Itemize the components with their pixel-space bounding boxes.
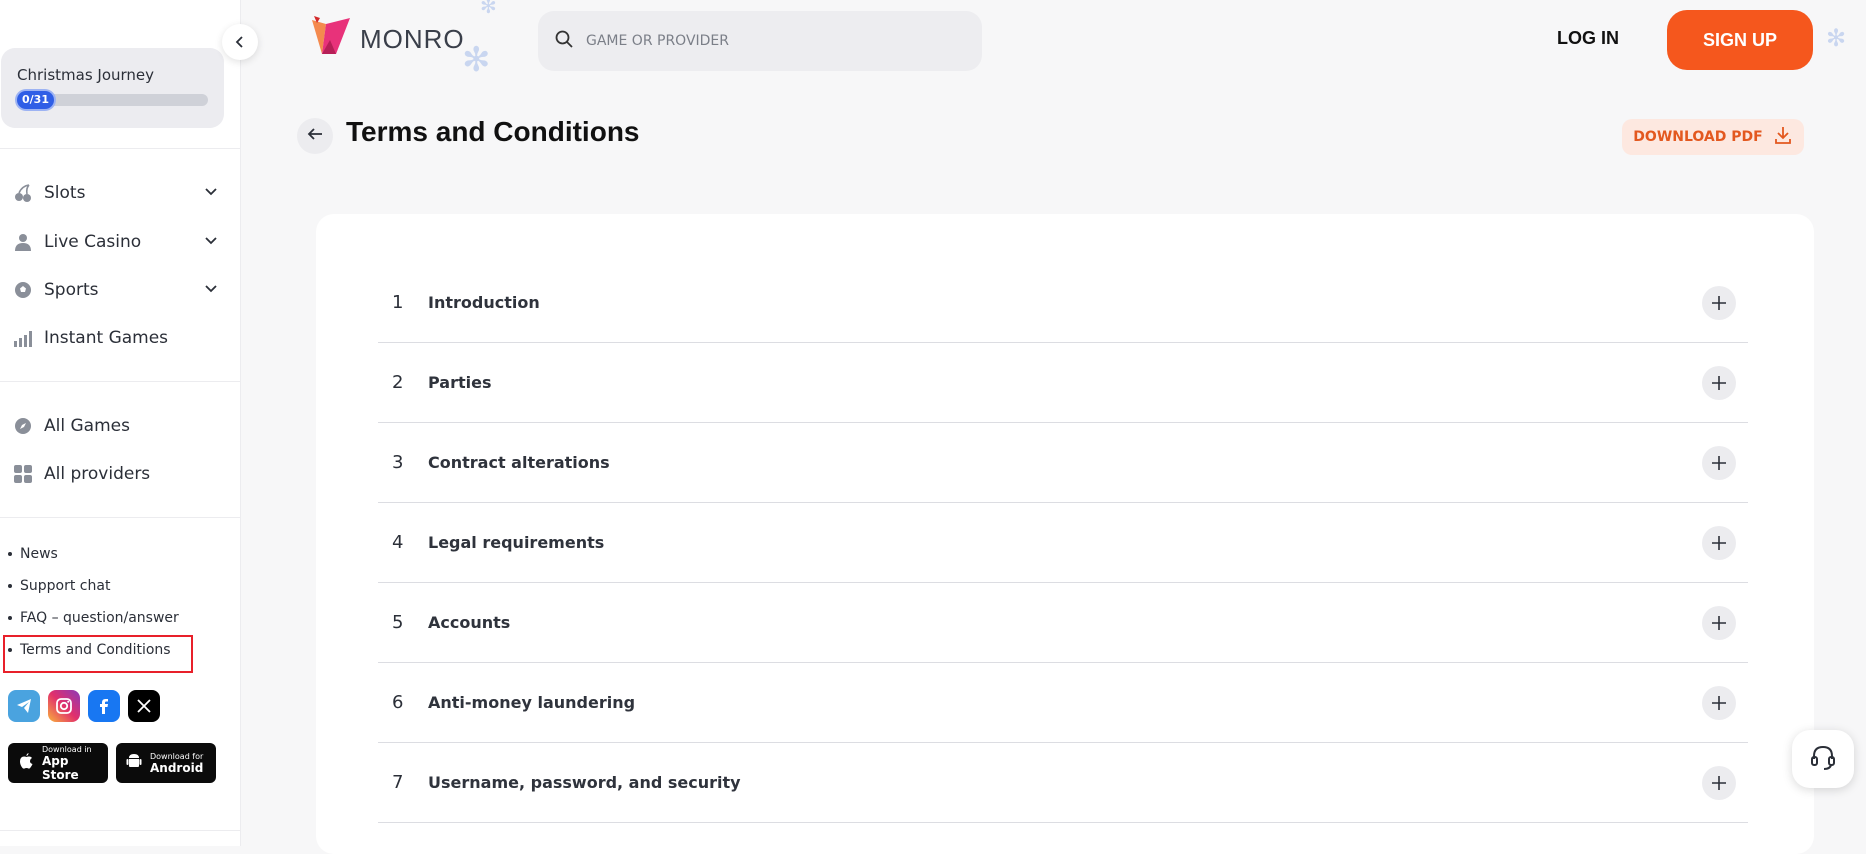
- christmas-journey-card[interactable]: Christmas Journey 0/31: [1, 48, 224, 128]
- telegram-icon[interactable]: [8, 690, 40, 722]
- sidebar-item-live-casino[interactable]: Live Casino: [13, 225, 218, 259]
- monro-logo-icon: [308, 14, 354, 64]
- sidebar-link-support-chat[interactable]: Support chat: [8, 578, 110, 594]
- section-number: 1: [392, 292, 404, 313]
- soccer-ball-icon: [13, 280, 33, 300]
- snowflake-icon: ✻: [1826, 24, 1847, 52]
- sidebar-item-instant-games[interactable]: Instant Games: [13, 321, 218, 355]
- terms-section-row[interactable]: 7 Username, password, and security: [378, 743, 1748, 823]
- back-button[interactable]: [297, 118, 333, 154]
- sidebar-item-label: Slots: [44, 183, 86, 203]
- journey-progress-bar: 0/31: [17, 91, 208, 109]
- sidebar-item-label: All providers: [44, 464, 151, 484]
- sidebar-item-sports[interactable]: Sports: [13, 273, 218, 307]
- terms-section-row[interactable]: 3 Contract alterations: [378, 423, 1748, 503]
- sidebar-link-news[interactable]: News: [8, 546, 58, 562]
- download-pdf-button[interactable]: DOWNLOAD PDF: [1622, 119, 1804, 155]
- selection-highlight: [3, 635, 193, 673]
- section-number: 4: [392, 532, 404, 553]
- chevron-left-icon: [234, 33, 246, 52]
- journey-title: Christmas Journey: [17, 66, 155, 84]
- apple-icon: [18, 752, 34, 774]
- collapse-sidebar-button[interactable]: [222, 24, 258, 60]
- section-title: Anti-money laundering: [428, 693, 636, 712]
- section-number: 5: [392, 612, 404, 633]
- cherry-icon: [13, 183, 33, 203]
- section-title: Username, password, and security: [428, 773, 741, 792]
- sidebar: Christmas Journey 0/31 Slots Live Casino…: [0, 0, 241, 846]
- plus-icon[interactable]: [1702, 685, 1736, 720]
- terms-section-row[interactable]: 2 Parties: [378, 343, 1748, 423]
- store-name: Android: [150, 760, 204, 775]
- facebook-icon[interactable]: [88, 690, 120, 722]
- section-title: Parties: [428, 373, 492, 392]
- signup-button[interactable]: SIGN UP: [1667, 10, 1813, 70]
- sidebar-item-label: All Games: [44, 416, 130, 436]
- terms-section-row[interactable]: 6 Anti-money laundering: [378, 663, 1748, 743]
- section-number: 7: [392, 772, 404, 793]
- search-input[interactable]: [586, 33, 946, 49]
- sidebar-item-label: Instant Games: [44, 328, 169, 348]
- terms-section-row[interactable]: 4 Legal requirements: [378, 503, 1748, 583]
- section-title: Contract alterations: [428, 453, 610, 472]
- sidebar-item-label: Live Casino: [44, 232, 142, 252]
- arrow-left-icon: [306, 125, 324, 147]
- section-title: Introduction: [428, 293, 540, 312]
- login-button[interactable]: LOG IN: [1557, 28, 1619, 49]
- plus-icon[interactable]: [1702, 285, 1736, 320]
- divider: [0, 381, 241, 382]
- section-number: 6: [392, 692, 404, 713]
- sidebar-item-label: Sports: [44, 280, 99, 300]
- bar-chart-icon: [13, 328, 33, 348]
- sidebar-link-faq[interactable]: FAQ – question/answer: [8, 610, 179, 626]
- support-chat-button[interactable]: [1792, 730, 1854, 788]
- chevron-down-icon: [204, 280, 218, 300]
- terms-section-row[interactable]: 5 Accounts: [378, 583, 1748, 663]
- compass-icon: [13, 416, 33, 436]
- headset-icon: [1808, 742, 1838, 776]
- x-twitter-icon[interactable]: [128, 690, 160, 722]
- store-caption: Download for: [150, 751, 204, 761]
- snowflake-icon: ✻: [480, 0, 497, 18]
- grid-icon: [13, 464, 33, 484]
- logo[interactable]: MONRO: [308, 14, 465, 64]
- section-title: Accounts: [428, 613, 511, 632]
- plus-icon[interactable]: [1702, 525, 1736, 560]
- sidebar-item-all-games[interactable]: All Games: [13, 409, 218, 443]
- chevron-down-icon: [204, 183, 218, 203]
- download-pdf-label: DOWNLOAD PDF: [1633, 129, 1763, 145]
- section-number: 2: [392, 372, 404, 393]
- sidebar-item-slots[interactable]: Slots: [13, 176, 218, 210]
- plus-icon[interactable]: [1702, 605, 1736, 640]
- search-box[interactable]: [538, 11, 982, 71]
- logo-text: MONRO: [360, 23, 465, 54]
- sidebar-item-all-providers[interactable]: All providers: [13, 457, 218, 491]
- terms-section-row[interactable]: 1 Introduction: [378, 263, 1748, 343]
- plus-icon[interactable]: [1702, 365, 1736, 400]
- download-icon: [1773, 125, 1793, 149]
- search-icon: [554, 29, 574, 53]
- android-icon: [126, 752, 142, 774]
- dealer-icon: [13, 232, 33, 252]
- android-button[interactable]: Download for Android: [116, 743, 216, 783]
- plus-icon[interactable]: [1702, 445, 1736, 480]
- chevron-down-icon: [204, 232, 218, 252]
- journey-progress-count: 0/31: [17, 91, 54, 109]
- store-caption: Download in: [42, 744, 92, 754]
- instagram-icon[interactable]: [48, 690, 80, 722]
- section-title: Legal requirements: [428, 533, 605, 552]
- divider: [0, 517, 241, 518]
- divider: [0, 830, 241, 831]
- plus-icon[interactable]: [1702, 765, 1736, 800]
- section-number: 3: [392, 452, 404, 473]
- app-store-button[interactable]: Download in App Store: [8, 743, 108, 783]
- divider: [0, 148, 241, 149]
- page-title: Terms and Conditions: [346, 116, 640, 147]
- snowflake-icon: ✻: [462, 40, 491, 80]
- store-name: App Store: [42, 753, 79, 782]
